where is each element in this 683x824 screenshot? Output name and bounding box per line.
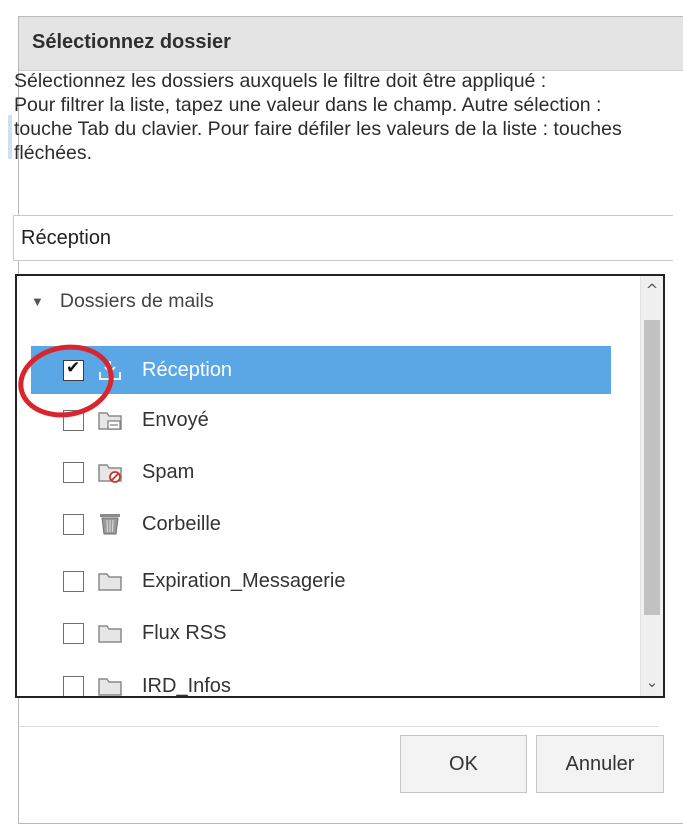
checkbox-corbeille[interactable] — [63, 513, 84, 535]
checkbox-reception[interactable] — [63, 358, 84, 381]
footer-divider — [18, 726, 658, 727]
checkbox-spam[interactable] — [63, 461, 84, 483]
folder-row-envoye[interactable]: Envoyé — [31, 396, 611, 444]
checkbox-flux-rss[interactable] — [63, 622, 84, 644]
folder-icon — [98, 678, 122, 696]
folder-label: IRD_Infos — [142, 674, 231, 697]
dialog-titlebar: Sélectionnez dossier — [19, 17, 683, 71]
folder-tree: ▼ Dossiers de mails Réception Envoyé Spa… — [15, 274, 665, 698]
spam-folder-icon — [98, 464, 122, 483]
folder-row-corbeille[interactable]: Corbeille — [31, 500, 611, 548]
tree-root-dossiers-de-mails[interactable]: ▼ Dossiers de mails — [31, 286, 214, 316]
tree-scrollbar[interactable]: ^ ⌄ — [640, 276, 663, 696]
instruction-line-1: Sélectionnez les dossiers auxquels le fi… — [14, 70, 547, 92]
folder-row-spam[interactable]: Spam — [31, 448, 611, 496]
inbox-icon — [99, 361, 121, 380]
folder-icon — [98, 625, 122, 643]
folder-label: Flux RSS — [142, 621, 227, 644]
cancel-button[interactable]: Annuler — [536, 735, 664, 793]
folder-filter-input[interactable] — [13, 215, 673, 261]
folder-row-ird-infos[interactable]: IRD_Infos — [31, 662, 611, 697]
background-page-edge — [8, 115, 12, 159]
folder-label: Réception — [142, 358, 233, 381]
folder-row-expiration-messagerie[interactable]: Expiration_Messagerie — [31, 557, 611, 605]
checkbox-expiration-messagerie[interactable] — [63, 570, 84, 592]
dialog-title: Sélectionnez dossier — [32, 31, 231, 53]
sent-folder-icon — [98, 412, 122, 430]
scrollbar-thumb[interactable] — [644, 320, 660, 615]
instructions-text: Sélectionnez les dossiers auxquels le fi… — [14, 69, 654, 165]
ok-button[interactable]: OK — [400, 735, 527, 793]
tree-root-label: Dossiers de mails — [59, 289, 214, 312]
scroll-down-icon[interactable]: ⌄ — [641, 670, 663, 694]
folder-label: Spam — [142, 460, 195, 483]
checkbox-envoye[interactable] — [63, 409, 84, 431]
folder-label: Corbeille — [142, 512, 221, 535]
folder-row-flux-rss[interactable]: Flux RSS — [31, 609, 611, 657]
instruction-line-2: Pour filtrer la liste, tapez une valeur … — [14, 94, 622, 164]
checkbox-ird-infos[interactable] — [63, 675, 84, 696]
scroll-up-icon[interactable]: ^ — [641, 278, 663, 302]
folder-row-reception[interactable]: Réception — [31, 346, 611, 394]
folder-icon — [98, 573, 122, 591]
trash-icon — [100, 514, 120, 535]
folder-label: Expiration_Messagerie — [142, 569, 346, 592]
collapse-triangle-icon[interactable]: ▼ — [31, 294, 44, 309]
folder-label: Envoyé — [142, 408, 209, 431]
